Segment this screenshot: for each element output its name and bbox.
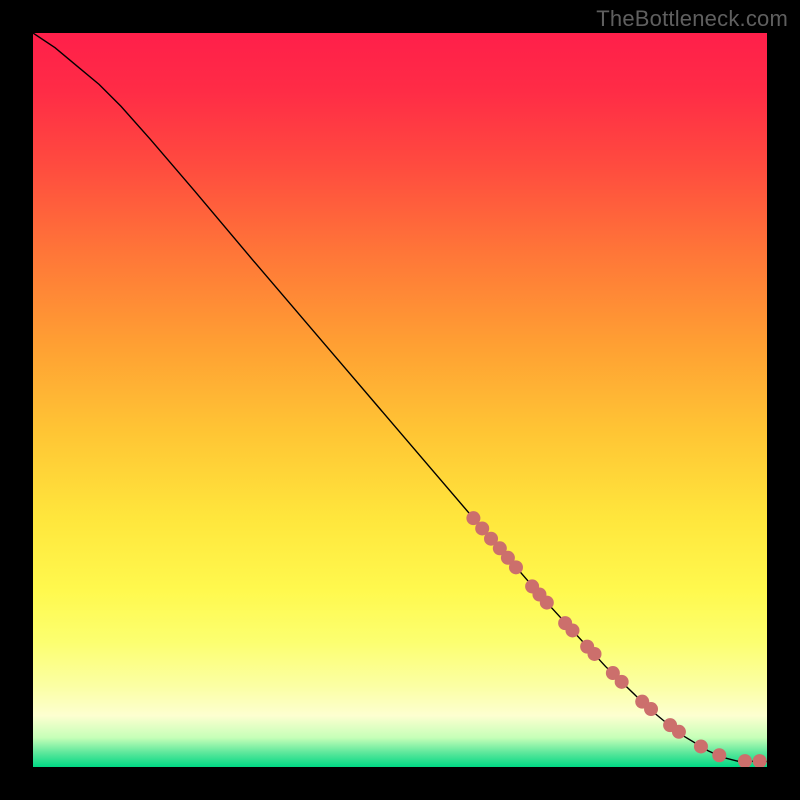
dot xyxy=(738,754,752,767)
watermark-label: TheBottleneck.com xyxy=(596,6,788,32)
dot xyxy=(712,748,726,762)
dot xyxy=(753,754,767,767)
curve-line xyxy=(33,33,767,761)
dot xyxy=(644,702,658,716)
dot xyxy=(615,675,629,689)
scatter-dots xyxy=(466,511,766,767)
dot xyxy=(565,623,579,637)
figure-stage: TheBottleneck.com xyxy=(0,0,800,800)
dot xyxy=(672,725,686,739)
dot xyxy=(540,596,554,610)
chart-overlay xyxy=(33,33,767,767)
dot xyxy=(509,560,523,574)
dot xyxy=(588,647,602,661)
dot xyxy=(694,739,708,753)
plot-area xyxy=(33,33,767,767)
